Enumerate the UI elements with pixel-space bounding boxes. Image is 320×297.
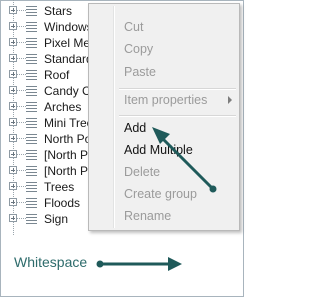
menu-item-cut[interactable]: Cut [124,18,143,36]
expand-icon[interactable] [9,182,17,190]
tree-node-label: Roof [44,68,70,82]
expand-icon[interactable] [9,198,17,206]
list-icon [26,37,37,48]
list-icon [26,133,37,144]
list-icon [26,5,37,16]
submenu-arrow-icon [228,96,232,104]
expand-icon[interactable] [9,86,17,94]
list-icon [26,117,37,128]
list-icon [26,101,37,112]
expand-icon[interactable] [9,214,17,222]
tree-node-label: Arches [44,100,82,114]
menu-item-add-multiple[interactable]: Add Multiple [124,141,193,159]
list-icon [26,213,37,224]
list-icon [26,165,37,176]
expand-icon[interactable] [9,118,17,126]
list-icon [26,21,37,32]
tree-node-label: Sign [44,212,69,226]
expand-icon[interactable] [9,22,17,30]
expand-icon[interactable] [9,38,17,46]
menu-item-add[interactable]: Add [124,119,146,137]
menu-item-rename[interactable]: Rename [124,207,171,225]
expand-icon[interactable] [9,6,17,14]
whitespace-label: Whitespace [14,254,88,270]
list-icon [26,53,37,64]
menu-item-copy[interactable]: Copy [124,40,153,58]
tree-node-label: Floods [44,196,81,210]
menu-icon-gutter [113,6,115,228]
list-icon [26,197,37,208]
tree-node-label: Stars [44,4,73,18]
menu-item-create-group[interactable]: Create group [124,185,197,203]
expand-icon[interactable] [9,70,17,78]
list-icon [26,85,37,96]
tree-node-label: Windows [44,20,93,34]
expand-icon[interactable] [9,54,17,62]
expand-icon[interactable] [9,102,17,110]
menu-separator [119,115,236,117]
expand-icon[interactable] [9,150,17,158]
expand-icon[interactable] [9,166,17,174]
tree-node-label: Trees [44,180,75,194]
tree-node-label: Standard [44,52,93,66]
expand-icon[interactable] [9,134,17,142]
menu-separator [119,88,236,90]
list-icon [26,181,37,192]
menu-item-paste[interactable]: Paste [124,63,156,81]
menu-item-delete[interactable]: Delete [124,163,160,181]
list-icon [26,149,37,160]
menu-item-item-properties[interactable]: Item properties [124,91,207,109]
list-icon [26,69,37,80]
context-menu: Cut Copy Paste Item properties Add Add M… [88,3,240,231]
tree-node-label: North Pol [44,132,95,146]
